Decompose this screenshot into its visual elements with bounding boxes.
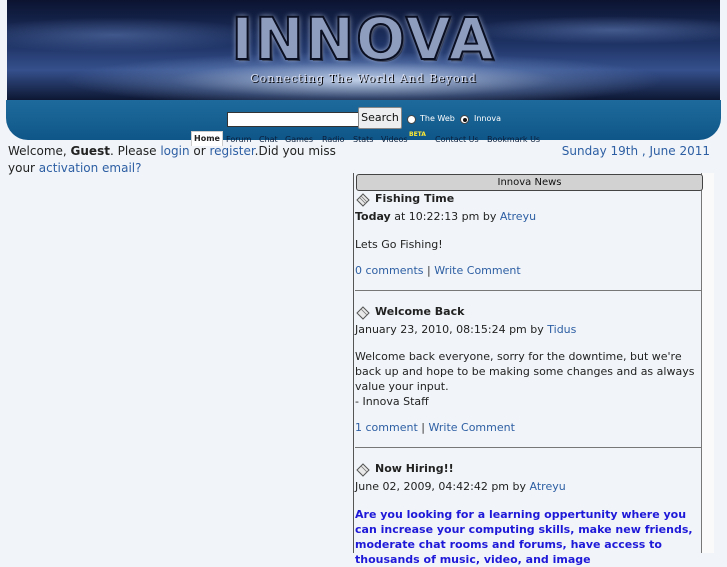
site-banner: INNOVA Connecting The World And Beyond [7, 0, 720, 100]
news-body: Are you looking for a learning oppertuni… [355, 508, 693, 566]
news-body: Welcome back everyone, sorry for the dow… [355, 350, 695, 393]
news-comments-row: 0 comments | Write Comment [355, 264, 521, 277]
news-comments-row: 1 comment | Write Comment [355, 421, 515, 434]
search-input[interactable] [227, 112, 360, 127]
news-meta: January 23, 2010, 08:15:24 pm by Tidus [355, 323, 576, 336]
news-divider [355, 290, 701, 291]
comments-separator: | [421, 421, 425, 434]
news-title[interactable]: Welcome Back [375, 305, 464, 318]
news-divider [355, 447, 701, 448]
radio-innova-label: Innova [474, 114, 502, 123]
write-comment-link[interactable]: Write Comment [434, 264, 520, 277]
write-comment-link[interactable]: Write Comment [428, 421, 514, 434]
welcome-prefix: Welcome, [8, 144, 71, 158]
activation-email-link[interactable]: activation email? [39, 161, 142, 175]
welcome-username: Guest [70, 144, 110, 158]
news-meta: June 02, 2009, 04:42:42 pm by Atreyu [355, 480, 566, 493]
news-author-link[interactable]: Atreyu [500, 210, 536, 223]
comments-link[interactable]: 1 comment [355, 421, 418, 434]
news-panel-scrollbar[interactable] [701, 173, 714, 553]
nav-contact-us[interactable]: Contact Us [435, 135, 479, 144]
radio-the-web-label: The Web [420, 114, 455, 123]
nav-bookmark-us[interactable]: Bookmark Us [487, 135, 540, 144]
site-logo[interactable]: INNOVA [7, 5, 720, 73]
register-link[interactable]: register [209, 144, 254, 158]
news-author-link[interactable]: Atreyu [530, 480, 566, 493]
radio-the-web[interactable] [407, 115, 416, 124]
news-date: January 23, 2010, 08:15:24 pm by [355, 323, 548, 336]
news-date: at 10:22:13 pm by [390, 210, 500, 223]
news-date-bold: Today [355, 210, 391, 223]
site-tagline: Connecting The World And Beyond [250, 72, 477, 85]
nav-stats[interactable]: Stats [353, 135, 373, 144]
news-meta: Today at 10:22:13 pm by Atreyu [355, 210, 536, 223]
login-link[interactable]: login [160, 144, 189, 158]
news-article-icon [356, 193, 370, 207]
beta-badge: BETA [409, 131, 426, 138]
current-date: Sunday 19th , June 2011 [561, 144, 710, 158]
news-signature: - Innova Staff [355, 395, 429, 408]
news-title[interactable]: Now Hiring!! [375, 462, 454, 475]
news-article-icon [356, 306, 370, 320]
welcome-please: . Please [109, 144, 161, 158]
news-body: Lets Go Fishing! [355, 238, 443, 251]
news-author-link[interactable]: Tidus [547, 323, 576, 336]
news-title[interactable]: Fishing Time [375, 192, 454, 205]
welcome-message: Welcome, Guest. Please login or register… [8, 143, 353, 177]
news-date: June 02, 2009, 04:42:42 pm by [355, 480, 530, 493]
news-panel-header: Innova News [356, 174, 703, 191]
news-article-icon [356, 463, 370, 477]
search-button[interactable]: Search [358, 107, 402, 129]
radio-innova[interactable] [460, 115, 469, 124]
welcome-or: or [189, 144, 210, 158]
comments-separator: | [427, 264, 431, 277]
comments-link[interactable]: 0 comments [355, 264, 424, 277]
nav-videos[interactable]: Videos [381, 135, 408, 144]
